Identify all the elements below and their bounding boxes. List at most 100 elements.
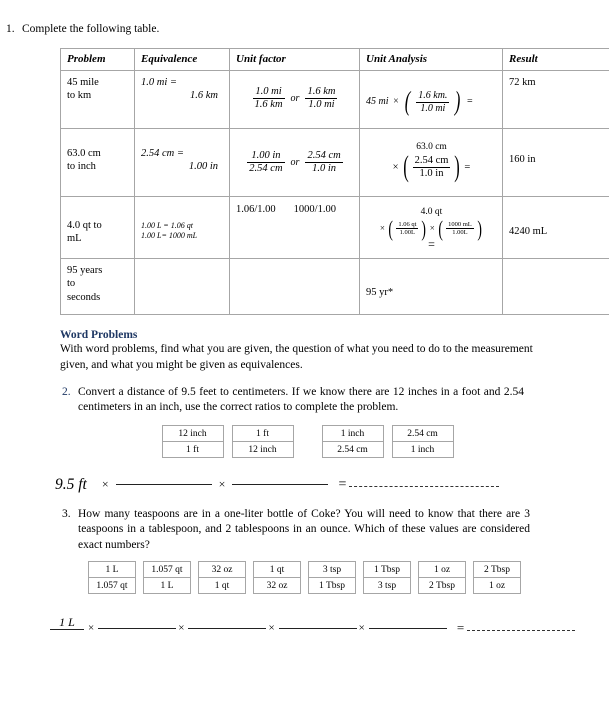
ratio-denominator: 2.54 cm [323,442,383,457]
fraction-numerator: 1000 mL [446,221,474,228]
question-3: 3. How many teaspoons are in a one-liter… [56,507,568,554]
header-unit-analysis: Unit Analysis [360,48,503,71]
problem-line-1: 45 mile [67,77,99,88]
ratio-group-spacer [302,425,314,458]
unit-factor-or: or [291,157,300,170]
unit-factor-expression-3: 1.06/1.001000/1.00 [236,202,354,216]
multiply-symbol: × [380,223,385,234]
analysis-fraction: 1.6 km. 1.0 mi [416,90,449,114]
equivalence-line-2: 1.00 L= 1000 mL [141,231,224,241]
equivalence-line-1: 1.00 L = 1.06 qt [141,221,224,231]
header-result: Result [503,48,609,71]
ratio-box[interactable]: 1 inch 2.54 cm [322,425,384,458]
table-header-row: Problem Equivalence Unit factor Unit Ana… [61,48,609,71]
problem-line-2: to inch [67,161,96,172]
cell-problem-1: 45 mile to km [61,71,135,129]
ratio-numerator: 1 oz [419,562,465,578]
equation-blank-1[interactable] [116,484,212,485]
ratio-denominator: 3 tsp [364,578,410,593]
analysis-fraction: 2.54 cm 1.0 in [413,155,451,180]
header-equivalence: Equivalence [135,48,230,71]
fraction-denominator: 1.0 mi [305,98,337,111]
multiply-symbol-4: × [359,622,365,634]
ratio-denominator: 32 oz [254,578,300,593]
ratio-denominator: 1 qt [199,578,245,593]
ratio-box[interactable]: 1 Tbsp 3 tsp [363,561,411,594]
fraction-denominator: 1.0 in [413,167,451,180]
cell-problem-4: 95 years to seconds [61,259,135,315]
unit-factor-right-fraction: 2.54 cm 1.0 in [305,150,342,175]
fraction-numerator: 1.6 km. [416,90,449,102]
cell-unit-factor-3: 1.06/1.001000/1.00 [230,197,360,259]
ratio-numerator: 1 Tbsp [364,562,410,578]
ratio-box[interactable]: 1.057 qt 1 L [143,561,191,594]
equation-blank-1[interactable] [98,628,176,629]
ratio-box[interactable]: 32 oz 1 qt [198,561,246,594]
cell-result-2: 160 in [503,129,609,197]
multiply-symbol-2: × [219,477,226,492]
table-row: 63.0 cm to inch 2.54 cm = 1.00 in 1.00 i… [61,129,609,197]
ratio-numerator: 2.54 cm [393,426,453,442]
ratio-box[interactable]: 12 inch 1 ft [162,425,224,458]
ratio-denominator: 1 ft [163,442,223,457]
word-problems-heading: Word Problems [60,329,609,341]
equation-blank-3[interactable] [279,628,357,629]
multiply-symbol-3: × [268,622,274,634]
ratio-box[interactable]: 1 L 1.057 qt [88,561,136,594]
fraction-denominator: 1.0 in [305,162,342,175]
cell-unit-analysis-4: 95 yr* [360,259,503,315]
ratio-box[interactable]: 1 qt 32 oz [253,561,301,594]
table-row: 95 years to seconds 95 yr* [61,259,609,315]
equation-answer-blank[interactable] [349,486,499,487]
multiply-symbol-2: × [178,622,184,634]
analysis-main-row: × ( 1.06 qt 1.00L ) × ( 1000 mL [366,220,497,238]
equation-blank-2[interactable] [232,484,328,485]
unit-analysis-expression-1: 45 mi × ( 1.6 km. 1.0 mi ) = [366,76,497,114]
problem-line-2: to [67,278,75,289]
fraction-denominator: 2.54 cm [247,162,284,175]
ratio-box[interactable]: 2.54 cm 1 inch [392,425,454,458]
equation-answer-blank[interactable] [467,630,575,631]
analysis-main-row: × ( 2.54 cm 1.0 in ) = [366,155,497,180]
analysis-top-value: 63.0 cm [366,142,497,154]
fraction-numerator: 1.0 mi [253,86,285,98]
ratio-box[interactable]: 3 tsp 1 Tbsp [308,561,356,594]
ratio-box[interactable]: 2 Tbsp 1 oz [473,561,521,594]
left-paren: ( [388,220,393,238]
fraction-denominator: 1.00L [396,228,418,236]
equation-blank-2[interactable] [188,628,266,629]
cell-unit-analysis-2: 63.0 cm × ( 2.54 cm 1.0 in ) = [360,129,503,197]
unit-analysis-expression-2: 63.0 cm × ( 2.54 cm 1.0 in ) = [366,134,497,180]
unit-factor-left-value: 1.06/1.00 [236,204,276,215]
fraction-numerator: 1.6 km [305,86,337,98]
ratio-denominator: 1 L [144,578,190,593]
fraction-denominator: 1.00L [446,228,474,236]
ratio-box[interactable]: 1 oz 2 Tbsp [418,561,466,594]
ratio-numerator: 2 Tbsp [474,562,520,578]
equation-blank-4[interactable] [369,628,447,629]
left-paren: ( [405,91,411,113]
problem-line-3: seconds [67,292,100,303]
ratio-denominator: 2 Tbsp [419,578,465,593]
question-3-ratio-boxes: 1 L 1.057 qt 1.057 qt 1 L 32 oz 1 qt 1 q… [0,561,609,594]
ratio-box[interactable]: 1 ft 12 inch [232,425,294,458]
header-problem: Problem [61,48,135,71]
question-2: 2. Convert a distance of 9.5 feet to cen… [56,385,562,416]
multiply-symbol-2: × [430,223,435,234]
header-unit-factor: Unit factor [230,48,360,71]
unit-factor-expression-2: 1.00 in 2.54 cm or 2.54 cm 1.0 in [236,134,354,175]
fraction-numerator: 1.00 in [247,150,284,162]
table-row: 45 mile to km 1.0 mi = 1.6 km 1.0 mi 1.6… [61,71,609,129]
equivalence-line-2: 1.6 km [141,89,224,102]
fraction-denominator: 1.6 km [253,98,285,111]
conversion-table: Problem Equivalence Unit factor Unit Ana… [60,48,609,316]
question-3-number: 3. [56,507,78,523]
fraction-denominator: 1.0 mi [416,102,449,115]
cell-equivalence-4 [135,259,230,315]
analysis-plain-value: 95 yr* [366,287,393,298]
left-paren: ( [403,156,409,179]
question-2-ratio-boxes: 12 inch 1 ft 1 ft 12 inch 1 inch 2.54 cm… [0,425,609,458]
fraction-denominator-blank[interactable] [50,629,84,630]
unit-analysis-expression-3: 4.0 qt × ( 1.06 qt 1.00L ) × ( [366,202,497,251]
cell-unit-factor-1: 1.0 mi 1.6 km or 1.6 km 1.0 mi [230,71,360,129]
